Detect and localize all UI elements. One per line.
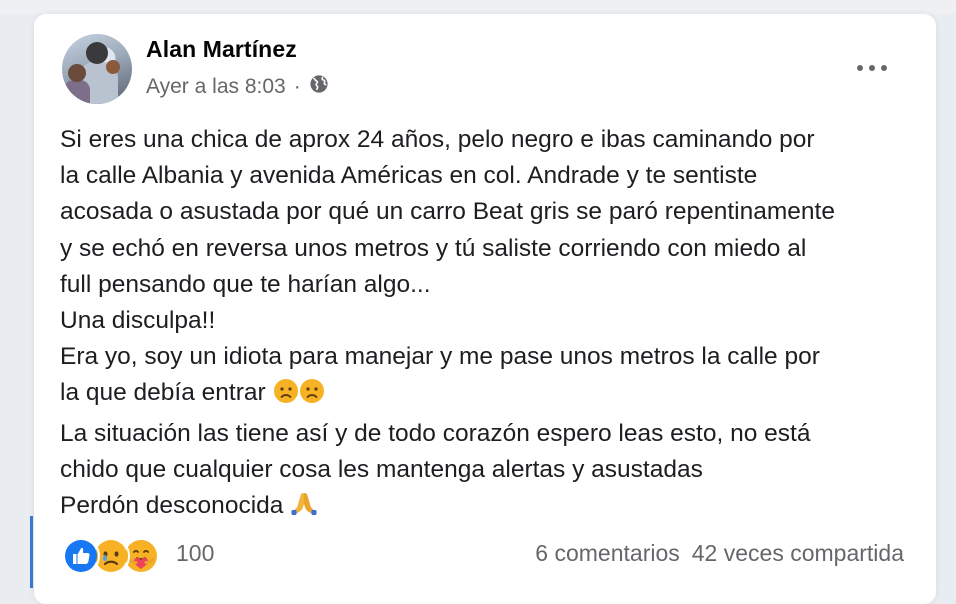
post-line: Una disculpa!! [60,307,216,335]
post-line: La situación las tiene así y de todo cor… [60,419,811,447]
avatar[interactable] [62,34,132,104]
comments-count-link[interactable]: 6 comentarios [535,540,679,567]
worried-face-icon [273,378,299,415]
avatar-child-head [68,64,86,82]
accent-bar [30,516,33,588]
avatar-child [64,80,90,104]
avatar-child-head-2 [106,60,120,74]
post-line: Era yo, soy un idiota para manejar y me … [60,343,820,371]
post-line: y se echó en reversa unos metros y tú sa… [60,234,807,262]
globe-icon [309,74,329,100]
post-stats: 6 comentarios 42 veces compartida [535,540,904,567]
post-meta: Ayer a las 8:03 · [146,74,329,100]
post-line-text: Perdón desconocida [60,492,284,520]
shares-count-link[interactable]: 42 veces compartida [692,540,904,567]
post-line: chido que cualquier cosa les mantenga al… [60,455,703,483]
avatar-figure-head [86,42,108,64]
page-background-strip [0,0,956,14]
more-options-icon [857,65,887,71]
post-footer: 100 6 comentarios 42 veces compartida [62,536,904,576]
post-body: Si eres una chica de aprox 24 años, pelo… [60,122,920,528]
post-line: full pensando que te harían algo... [60,270,431,298]
folded-hands-icon [290,489,318,528]
post-line-text: la que debía entrar [60,379,266,407]
post-line-with-emoji: Perdón desconocida [60,488,920,528]
post-line: la calle Albania y avenida Américas en c… [60,162,758,190]
post-line: Si eres una chica de aprox 24 años, pelo… [60,126,815,153]
like-icon [62,537,100,575]
worried-face-icon [299,378,325,415]
more-options-button[interactable] [852,56,892,80]
reaction-count[interactable]: 100 [176,540,214,567]
post-timestamp[interactable]: Ayer a las 8:03 [146,75,286,99]
reactions-summary[interactable] [62,536,160,576]
meta-separator: · [293,75,301,98]
post-line: acosada o asustada por qué un carro Beat… [60,198,835,226]
post-line-with-emoji: la que debía entrar [60,375,920,415]
author-name[interactable]: Alan Martínez [146,36,297,63]
